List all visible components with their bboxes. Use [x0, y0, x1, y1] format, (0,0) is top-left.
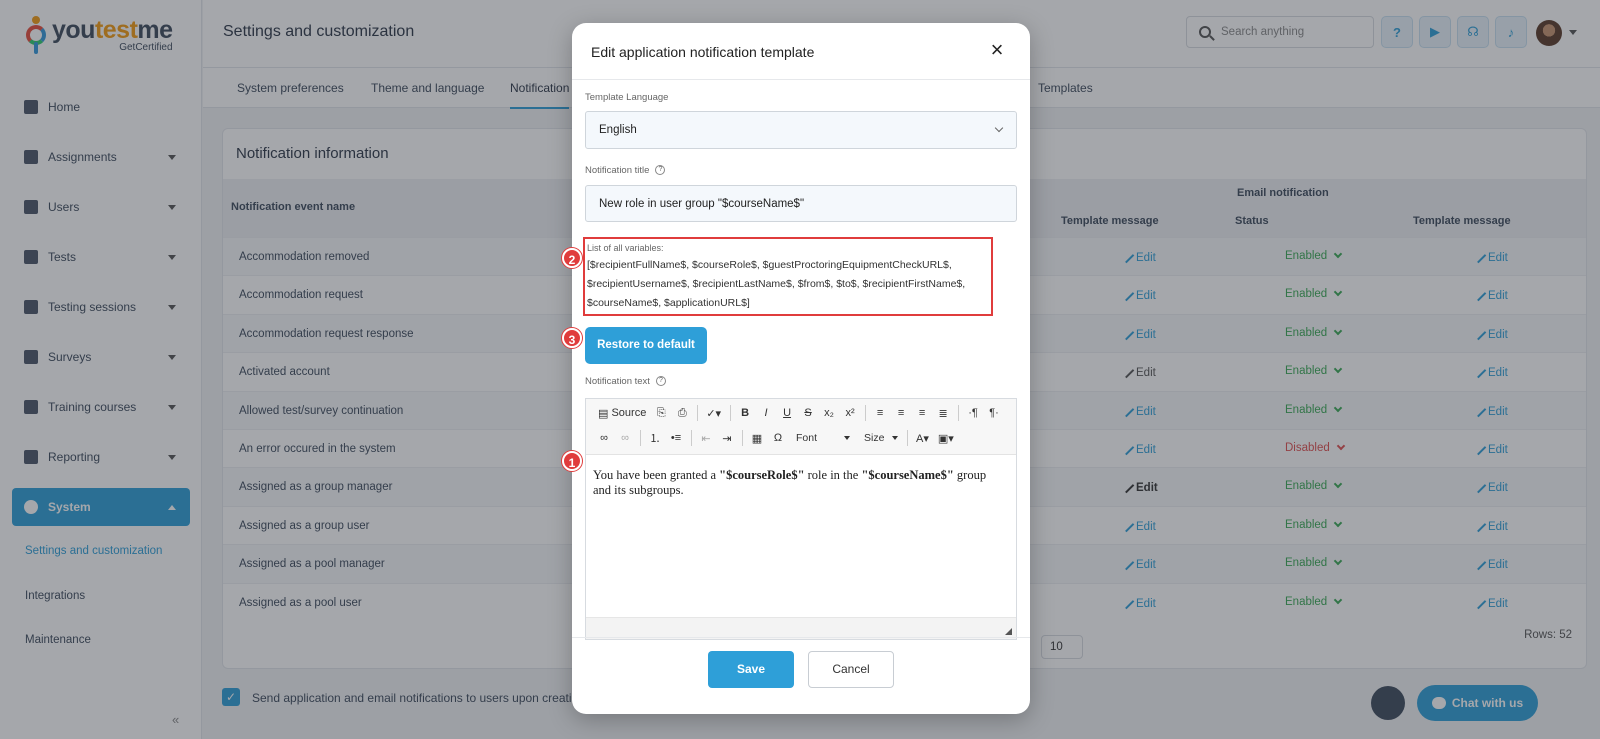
- align-right-icon[interactable]: ≡: [912, 403, 932, 423]
- modal-title: Edit application notification template: [591, 44, 815, 60]
- template-language-label: Template Language: [585, 92, 669, 103]
- restore-default-button[interactable]: Restore to default: [585, 327, 707, 364]
- italic-icon[interactable]: I: [756, 403, 776, 423]
- chevron-down-icon: [994, 123, 1004, 133]
- divider: [907, 430, 908, 446]
- help-icon[interactable]: ?: [655, 165, 666, 176]
- bold-icon[interactable]: B: [735, 403, 755, 423]
- step-marker-1: 1: [562, 451, 582, 471]
- numbered-list-icon[interactable]: ⒈: [645, 428, 665, 448]
- source-icon: ▤: [598, 407, 612, 420]
- source-button[interactable]: ▤ Source: [594, 403, 650, 423]
- rtl-icon[interactable]: ¶·: [984, 403, 1004, 423]
- background-color-icon[interactable]: ▣▾: [934, 428, 958, 448]
- justify-icon[interactable]: ≣: [933, 403, 953, 423]
- editor-toolbar: ▤ Source ⎘ ⎙ ✓▾ B I U S x₂ x² ≡ ≡ ≡ ≣ ·¶…: [586, 399, 1016, 455]
- help-icon[interactable]: ?: [655, 376, 666, 387]
- outdent-icon[interactable]: ⇤: [696, 428, 716, 448]
- align-center-icon[interactable]: ≡: [891, 403, 911, 423]
- align-left-icon[interactable]: ≡: [870, 403, 890, 423]
- indent-icon[interactable]: ⇥: [717, 428, 737, 448]
- divider: [742, 430, 743, 446]
- chevron-down-icon: [892, 436, 899, 440]
- notification-text-label: Notification text?: [585, 376, 666, 387]
- rich-text-editor: ▤ Source ⎘ ⎙ ✓▾ B I U S x₂ x² ≡ ≡ ≡ ≣ ·¶…: [585, 398, 1017, 640]
- ltr-icon[interactable]: ·¶: [963, 403, 983, 423]
- font-select[interactable]: Font: [789, 428, 857, 448]
- step-marker-2: 2: [562, 248, 582, 268]
- bulleted-list-icon[interactable]: •≡: [666, 428, 686, 448]
- subscript-icon[interactable]: x₂: [819, 403, 839, 423]
- variables-list: List of all variables: [$recipientFullNa…: [583, 237, 993, 316]
- save-button[interactable]: Save: [708, 651, 794, 688]
- template-language-select[interactable]: English: [585, 111, 1017, 149]
- superscript-icon[interactable]: x²: [840, 403, 860, 423]
- divider: [958, 405, 960, 421]
- unlink-icon[interactable]: ∞: [615, 428, 635, 448]
- resize-handle-icon[interactable]: [1005, 628, 1012, 635]
- text-color-icon[interactable]: A▾: [912, 428, 933, 448]
- variables-text: [$recipientFullName$, $courseRole$, $gue…: [587, 259, 966, 309]
- divider: [572, 79, 1030, 80]
- divider: [640, 430, 641, 446]
- divider: [697, 405, 699, 421]
- edit-template-modal: Edit application notification template ×…: [562, 23, 1030, 714]
- spellcheck-icon[interactable]: ✓▾: [702, 403, 725, 423]
- special-char-icon[interactable]: Ω: [768, 428, 788, 448]
- notification-title-label: Notification title?: [585, 165, 666, 176]
- divider: [730, 405, 732, 421]
- close-icon[interactable]: ×: [986, 39, 1008, 61]
- divider: [691, 430, 692, 446]
- underline-icon[interactable]: U: [777, 403, 797, 423]
- variables-label: List of all variables:: [587, 243, 664, 253]
- editor-content[interactable]: You have been granted a "$courseRole$" r…: [593, 468, 1007, 498]
- link-icon[interactable]: ∞: [594, 428, 614, 448]
- cancel-button[interactable]: Cancel: [808, 651, 894, 688]
- chevron-down-icon: [844, 436, 850, 440]
- divider: [865, 405, 867, 421]
- divider: [572, 637, 1030, 638]
- strikethrough-icon[interactable]: S: [798, 403, 818, 423]
- notification-title-input[interactable]: New role in user group "$courseName$": [585, 185, 1017, 222]
- paste-text-icon[interactable]: ⎙: [672, 403, 692, 423]
- paste-icon[interactable]: ⎘: [651, 403, 671, 423]
- size-select[interactable]: Size: [857, 428, 903, 448]
- editor-footer: [586, 617, 1016, 639]
- table-icon[interactable]: ▦: [747, 428, 767, 448]
- step-marker-3: 3: [562, 328, 582, 348]
